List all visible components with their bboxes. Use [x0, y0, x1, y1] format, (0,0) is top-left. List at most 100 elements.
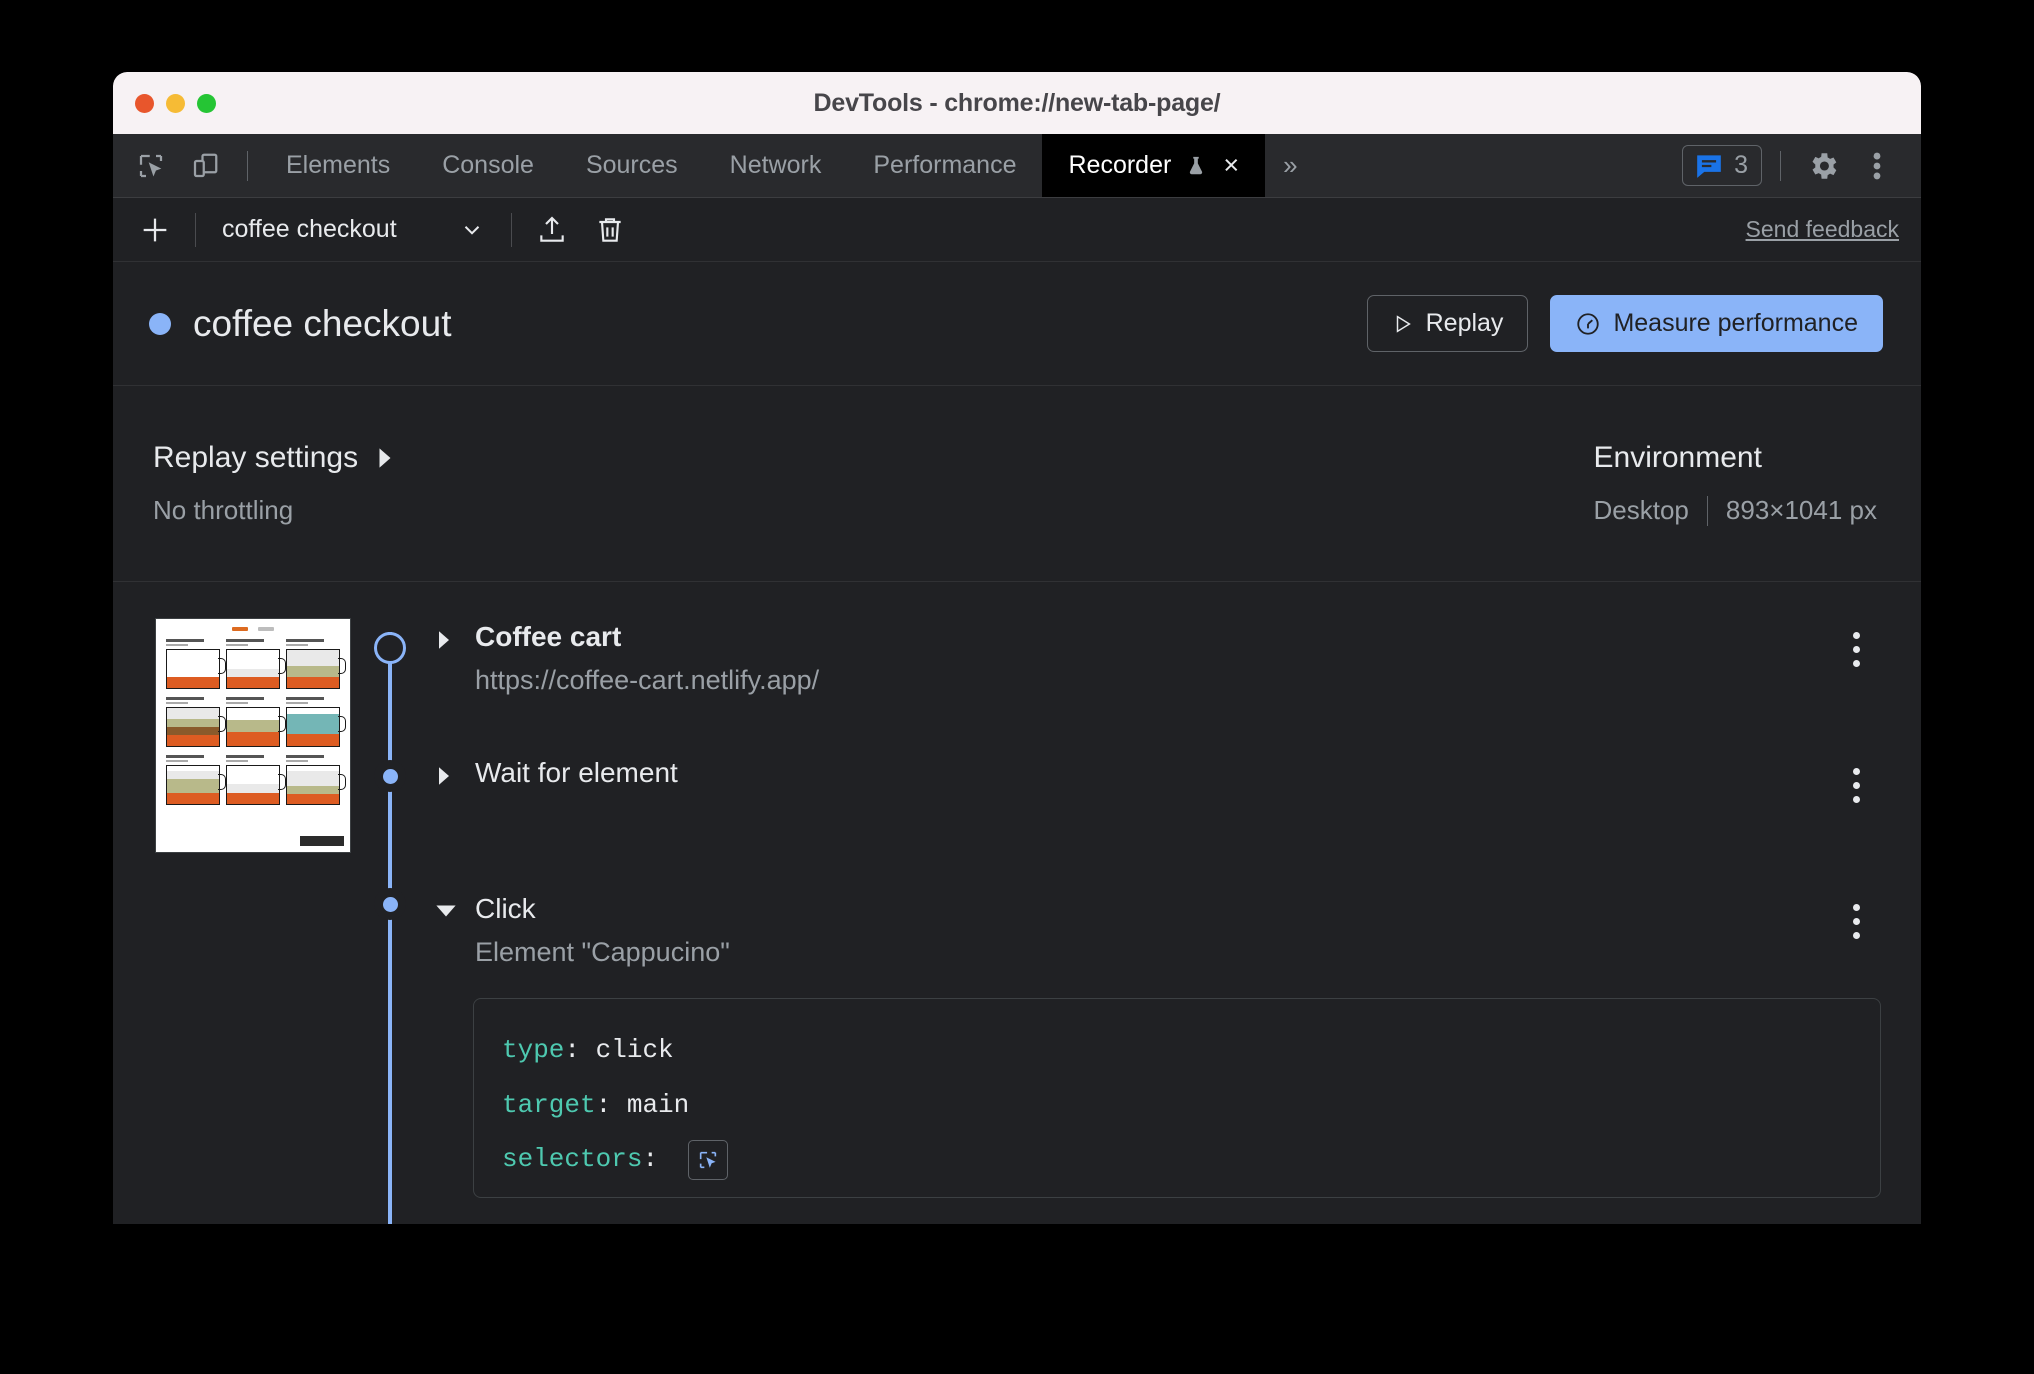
environment-label: Environment [1593, 441, 1762, 474]
timeline-node-start[interactable] [374, 632, 406, 664]
select-element-icon[interactable] [687, 1139, 728, 1180]
code-line: type: click [502, 1035, 674, 1066]
more-tabs-button[interactable]: » [1265, 134, 1315, 197]
tab-recorder[interactable]: Recorder × [1042, 134, 1266, 197]
tab-label: Performance [873, 151, 1017, 179]
step-details-code: type: click target: main selectors: [473, 998, 1881, 1199]
inspect-element-icon[interactable] [127, 142, 175, 190]
replay-settings-toggle[interactable]: Replay settings [153, 441, 394, 475]
experiment-flask-icon [1185, 153, 1207, 179]
recording-header: coffee checkout Replay Measure performan… [113, 262, 1921, 386]
throttling-value: No throttling [153, 495, 294, 525]
tab-performance[interactable]: Performance [847, 134, 1042, 197]
step-title: Click [475, 893, 536, 924]
toolbar-divider [195, 212, 196, 247]
page-screenshot-thumbnail [155, 618, 351, 853]
environment-section: Environment Desktop 893×1041 px [1594, 441, 1877, 526]
close-window-button[interactable] [135, 93, 154, 113]
code-key: target [502, 1089, 596, 1120]
code-key: selectors [502, 1144, 643, 1175]
replay-settings-label: Replay settings [153, 441, 359, 474]
chevron-right-icon[interactable] [435, 766, 457, 786]
step-row[interactable]: Wait for element [435, 754, 1881, 882]
measure-performance-label: Measure performance [1613, 309, 1858, 337]
tabbar-right-icons: 3 [1682, 134, 1921, 197]
timeline-line [388, 632, 392, 1224]
measure-performance-button[interactable]: Measure performance [1550, 295, 1883, 352]
code-key: type [502, 1035, 565, 1066]
step-title: Wait for element [475, 757, 678, 788]
settings-row: Replay settings No throttling Environmen… [113, 386, 1921, 582]
code-line: selectors: [502, 1132, 1852, 1187]
code-line: target: main [502, 1089, 690, 1120]
tabbar-divider [247, 150, 248, 181]
issues-count: 3 [1734, 151, 1748, 179]
steps-timeline [343, 618, 435, 1224]
code-value: main [626, 1089, 690, 1120]
step-row[interactable]: Coffee cart https://coffee-cart.netlify.… [435, 618, 1881, 746]
chevron-down-icon [459, 217, 485, 243]
tabbar-left-icons [113, 134, 260, 197]
devtools-window: DevTools - chrome://new-tab-page/ Elemen… [113, 72, 1921, 1224]
issues-icon [1694, 153, 1724, 179]
tab-label: Elements [286, 151, 391, 179]
play-icon [1392, 313, 1414, 335]
performance-gauge-icon [1575, 311, 1601, 337]
environment-device: Desktop [1593, 495, 1689, 525]
export-icon[interactable] [528, 206, 576, 254]
window-titlebar: DevTools - chrome://new-tab-page/ [113, 72, 1921, 134]
step-more-options-icon[interactable] [1839, 762, 1873, 808]
issues-badge[interactable]: 3 [1682, 145, 1762, 186]
chevron-down-icon[interactable] [435, 902, 457, 920]
settings-gear-icon[interactable] [1799, 142, 1847, 190]
toolbar-divider [1780, 150, 1781, 181]
timeline-node-wait[interactable] [374, 760, 406, 792]
devtools-tabbar: Elements Console Sources Network Perform… [113, 134, 1921, 198]
add-recording-button[interactable] [131, 206, 179, 254]
steps-list: Coffee cart https://coffee-cart.netlify.… [435, 618, 1921, 1222]
environment-size: 893×1041 px [1725, 495, 1877, 525]
maximize-window-button[interactable] [197, 93, 216, 113]
step-subtitle: Element "Cappucino" [475, 936, 730, 967]
chevron-right-icon[interactable] [435, 630, 457, 650]
recorder-toolbar: coffee checkout Send feedback [113, 198, 1921, 262]
replay-button[interactable]: Replay [1366, 295, 1529, 352]
minimize-window-button[interactable] [166, 93, 185, 113]
tab-network[interactable]: Network [704, 134, 848, 197]
recording-select[interactable]: coffee checkout [212, 211, 495, 248]
tab-label: Console [442, 151, 534, 179]
tab-console[interactable]: Console [416, 134, 560, 197]
close-icon[interactable]: × [1223, 152, 1239, 179]
tab-elements[interactable]: Elements [260, 134, 416, 197]
steps-area: Coffee cart https://coffee-cart.netlify.… [113, 582, 1921, 1224]
tab-label: Network [729, 151, 822, 179]
timeline-node-click[interactable] [374, 888, 406, 920]
traffic-lights [113, 93, 216, 113]
window-title: DevTools - chrome://new-tab-page/ [813, 88, 1221, 117]
more-options-icon[interactable] [1853, 142, 1901, 190]
replay-button-label: Replay [1425, 309, 1504, 337]
device-toolbar-icon[interactable] [181, 142, 229, 190]
send-feedback-link[interactable]: Send feedback [1746, 216, 1899, 243]
thumbnail-column [113, 618, 351, 1222]
tab-label: Sources [585, 151, 678, 179]
code-value: click [595, 1035, 674, 1066]
toolbar-divider [510, 212, 512, 247]
step-subtitle: https://coffee-cart.netlify.app/ [475, 664, 820, 695]
environment-divider [1706, 495, 1708, 526]
panel-tabs: Elements Console Sources Network Perform… [260, 134, 1682, 197]
tab-sources[interactable]: Sources [560, 134, 704, 197]
page-title: coffee checkout [193, 302, 452, 344]
delete-icon[interactable] [586, 206, 634, 254]
step-title: Coffee cart [475, 621, 622, 652]
tab-label: Recorder [1068, 151, 1172, 179]
recording-select-label: coffee checkout [222, 215, 397, 243]
recording-title-wrap: coffee checkout [149, 303, 452, 345]
step-row[interactable]: Click Element "Cappucino" type: click ta… [435, 890, 1881, 1199]
chevron-right-icon [376, 447, 394, 469]
environment-details: Desktop 893×1041 px [1594, 495, 1877, 526]
step-more-options-icon[interactable] [1839, 626, 1873, 672]
recording-actions: Replay Measure performance [1366, 295, 1883, 352]
step-more-options-icon[interactable] [1839, 898, 1873, 944]
replay-settings-section: Replay settings No throttling [153, 441, 394, 526]
